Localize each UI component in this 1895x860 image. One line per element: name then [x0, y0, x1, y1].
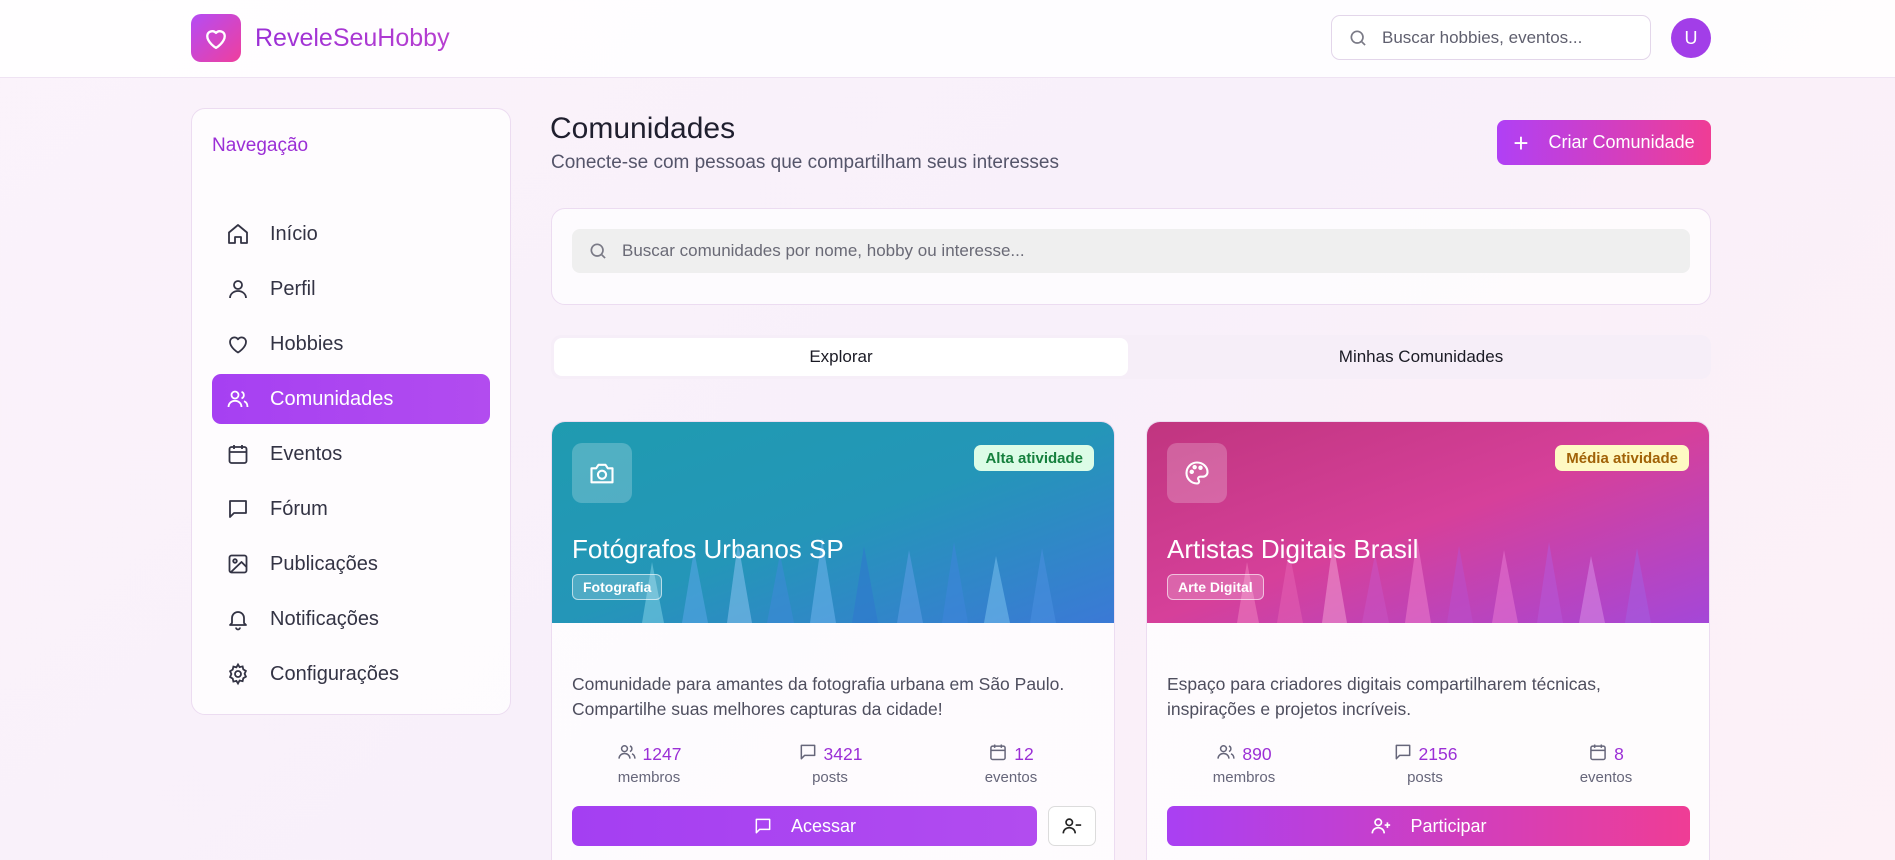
sidebar-item-inicio[interactable]: Início — [212, 209, 490, 259]
members-stat: 1247 membros — [579, 742, 719, 786]
members-count: 1247 — [642, 744, 682, 764]
posts-stat: 2156 posts — [1355, 742, 1495, 786]
posts-count: 3421 — [823, 744, 863, 764]
community-card[interactable]: Média atividade Artistas Digitais Brasil… — [1146, 421, 1710, 860]
sidebar-item-label: Perfil — [270, 277, 316, 300]
members-label: membros — [1212, 769, 1276, 786]
message-square-icon — [1393, 742, 1419, 767]
events-label: eventos — [984, 769, 1038, 786]
gear-icon — [226, 662, 254, 686]
category-tag: Fotografia — [572, 574, 663, 600]
sidebar-item-hobbies[interactable]: Hobbies — [212, 319, 490, 369]
top-search-input[interactable] — [1382, 26, 1642, 50]
community-search-box[interactable] — [572, 229, 1690, 273]
sidebar-item-label: Eventos — [270, 442, 343, 465]
events-count: 12 — [1014, 744, 1034, 764]
top-search-box[interactable] — [1331, 15, 1651, 60]
sidebar-item-label: Fórum — [270, 497, 328, 520]
heart-icon — [226, 332, 254, 356]
members-count: 890 — [1242, 744, 1272, 764]
posts-stat: 3421 posts — [760, 742, 900, 786]
category-tag: Arte Digital — [1167, 574, 1264, 600]
community-description: Espaço para criadores digitais compartil… — [1167, 674, 1601, 719]
search-icon — [1348, 28, 1368, 53]
sidebar-title: Navegação — [212, 135, 309, 156]
community-banner: Alta atividade Fotógrafos Urbanos SP Fot… — [552, 422, 1114, 623]
sidebar-item-label: Publicações — [270, 552, 378, 575]
posts-label: posts — [1407, 769, 1443, 786]
user-icon — [226, 277, 254, 301]
access-label: Acessar — [790, 815, 857, 836]
community-search-card — [551, 208, 1711, 305]
bell-icon — [226, 607, 254, 631]
sidebar-item-label: Hobbies — [270, 332, 344, 355]
message-square-icon — [226, 497, 254, 521]
sidebar-item-eventos[interactable]: Eventos — [212, 429, 490, 479]
community-name: Fotógrafos Urbanos SP — [572, 534, 844, 564]
activity-badge: Alta atividade — [974, 445, 1094, 471]
calendar-icon — [226, 442, 254, 466]
create-community-button[interactable]: + Criar Comunidade — [1497, 120, 1711, 165]
sidebar-item-forum[interactable]: Fórum — [212, 484, 490, 534]
sidebar-item-notificacoes[interactable]: Notificações — [212, 594, 490, 644]
community-tabs: Explorar Minhas Comunidades — [551, 335, 1711, 379]
community-banner: Média atividade Artistas Digitais Brasil… — [1147, 422, 1709, 623]
tab-minhas-comunidades[interactable]: Minhas Comunidades — [1134, 338, 1708, 376]
image-icon — [226, 552, 254, 576]
events-label: eventos — [1579, 769, 1633, 786]
sidebar: Navegação Início Perfil Hobbies Comunida… — [191, 108, 511, 715]
sidebar-item-label: Comunidades — [270, 387, 394, 410]
calendar-icon — [1588, 742, 1614, 767]
members-label: membros — [617, 769, 681, 786]
events-stat: 8 eventos — [1536, 742, 1676, 786]
members-stat: 890 membros — [1174, 742, 1314, 786]
sidebar-item-label: Notificações — [270, 607, 379, 630]
brand-name[interactable]: ReveleSeuHobby — [255, 24, 450, 53]
users-icon — [226, 387, 254, 411]
events-stat: 12 eventos — [941, 742, 1081, 786]
posts-count: 2156 — [1418, 744, 1458, 764]
search-icon — [588, 241, 608, 266]
leave-community-button[interactable] — [1048, 806, 1096, 846]
sidebar-item-label: Configurações — [270, 662, 399, 685]
community-search-input[interactable] — [622, 239, 1672, 263]
sidebar-item-publicacoes[interactable]: Publicações — [212, 539, 490, 589]
activity-badge: Média atividade — [1555, 445, 1689, 471]
page-title: Comunidades — [550, 112, 736, 145]
plus-icon: + — [1513, 127, 1529, 158]
access-button[interactable]: Acessar — [572, 806, 1037, 846]
events-count: 8 — [1614, 744, 1624, 764]
message-square-icon — [798, 742, 824, 767]
community-description: Comunidade para amantes da fotografia ur… — [572, 674, 1065, 719]
user-plus-icon — [1371, 818, 1391, 834]
page-subtitle: Conecte-se com pessoas que compartilham … — [551, 152, 1059, 173]
logo-heart-icon[interactable] — [191, 14, 241, 62]
join-button[interactable]: Participar — [1167, 806, 1690, 846]
home-icon — [226, 222, 254, 246]
sidebar-item-comunidades[interactable]: Comunidades — [212, 374, 490, 424]
sidebar-item-configuracoes[interactable]: Configurações — [212, 649, 490, 699]
community-card[interactable]: Alta atividade Fotógrafos Urbanos SP Fot… — [551, 421, 1115, 860]
calendar-icon — [988, 742, 1014, 767]
palette-icon — [1167, 443, 1227, 503]
tab-explorar[interactable]: Explorar — [554, 338, 1128, 376]
sidebar-item-perfil[interactable]: Perfil — [212, 264, 490, 314]
community-name: Artistas Digitais Brasil — [1167, 534, 1419, 564]
camera-icon — [572, 443, 632, 503]
user-minus-icon — [1062, 818, 1082, 834]
message-square-icon — [755, 818, 771, 834]
top-header: ReveleSeuHobby U — [0, 0, 1895, 78]
sidebar-item-label: Início — [270, 222, 318, 245]
users-icon — [617, 742, 643, 767]
posts-label: posts — [812, 769, 848, 786]
avatar[interactable]: U — [1671, 18, 1711, 58]
join-label: Participar — [1410, 815, 1487, 836]
users-icon — [1216, 742, 1242, 767]
create-community-label: Criar Comunidade — [1548, 132, 1695, 152]
